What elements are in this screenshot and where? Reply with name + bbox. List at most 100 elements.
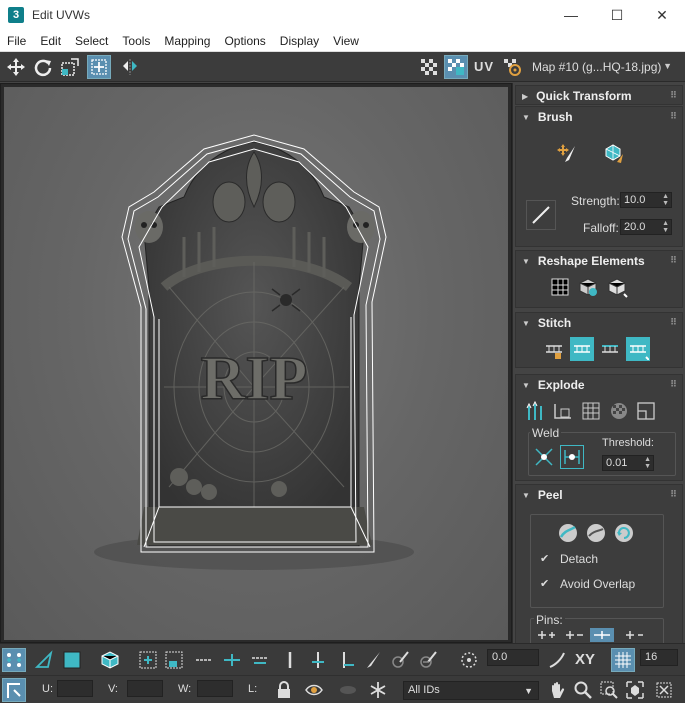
rollout-header-explode[interactable]: ▼ Explode ⠿ <box>516 375 682 395</box>
pin-add-icon[interactable] <box>534 628 558 642</box>
target-weld-icon[interactable] <box>560 445 584 469</box>
rollout-header-peel[interactable]: ▼ Peel ⠿ <box>516 485 682 505</box>
stitch-average-icon[interactable] <box>598 337 622 361</box>
ring-grow-icon[interactable] <box>306 648 330 672</box>
shrink-selection-icon[interactable] <box>162 648 186 672</box>
u-field[interactable] <box>57 680 93 697</box>
zoom-icon[interactable] <box>571 678 595 702</box>
map-select[interactable]: Map #10 (g...HQ-18.jpg) ▼ <box>527 56 678 78</box>
zoom-extents-selected-icon[interactable] <box>652 678 676 702</box>
element-mode-icon[interactable] <box>98 648 122 672</box>
paint-shrink-icon[interactable] <box>416 648 440 672</box>
relax-brush-icon[interactable] <box>602 141 626 165</box>
rollout-header-brush[interactable]: ▼ Brush ⠿ <box>516 107 682 127</box>
snap-grid-icon[interactable] <box>611 648 635 672</box>
rotation-field[interactable]: 0.0 <box>487 649 539 666</box>
straighten-selection-icon[interactable] <box>548 275 572 299</box>
quick-peel-icon[interactable] <box>556 521 580 545</box>
material-id-select[interactable]: All IDs ▼ <box>403 681 539 700</box>
zoom-region-icon[interactable] <box>597 678 621 702</box>
w-field[interactable] <box>197 680 233 697</box>
peel-mode-icon[interactable] <box>584 521 608 545</box>
edge-mode-icon[interactable] <box>32 648 56 672</box>
mirror-icon[interactable] <box>118 55 142 79</box>
grip-icon[interactable]: ⠿ <box>670 255 677 266</box>
pin-remove-icon[interactable] <box>562 628 586 642</box>
close-button[interactable]: ✕ <box>639 0 685 30</box>
uv-viewport[interactable]: RIP <box>0 83 512 643</box>
flatten-by-polygon-angle-icon[interactable] <box>579 399 603 423</box>
absolute-offset-icon[interactable] <box>2 678 26 702</box>
grid-size-field[interactable]: 16 <box>640 649 678 666</box>
spinner-arrows-icon[interactable]: ▲ ▼ <box>644 456 651 470</box>
rotation-settings-icon[interactable] <box>457 648 481 672</box>
spinner-arrows-icon[interactable]: ▲ ▼ <box>662 220 669 234</box>
menu-edit[interactable]: Edit <box>33 34 68 48</box>
grow-selection-icon[interactable] <box>136 648 160 672</box>
rollout-header-stitch[interactable]: ▼ Stitch ⠿ <box>516 313 682 333</box>
paint-grow-icon[interactable] <box>388 648 412 672</box>
grip-icon[interactable]: ⠿ <box>670 317 677 328</box>
ring-shrink-icon[interactable] <box>334 648 358 672</box>
v-field[interactable] <box>127 680 163 697</box>
strength-spinner[interactable]: 10.0 ▲ ▼ <box>620 192 672 208</box>
pan-hand-icon[interactable] <box>545 678 569 702</box>
falloff-spinner[interactable]: 20.0 ▲ ▼ <box>620 219 672 235</box>
minimize-button[interactable]: — <box>548 0 594 30</box>
loop-shrink-icon[interactable] <box>248 648 272 672</box>
rotate-icon[interactable] <box>31 55 55 79</box>
stitch-custom-icon[interactable] <box>542 337 566 361</box>
rectangular-element-icon[interactable] <box>605 275 629 299</box>
settings-grid-icon[interactable] <box>500 55 524 79</box>
grip-icon[interactable]: ⠿ <box>670 90 677 101</box>
ring-select-icon[interactable] <box>278 648 302 672</box>
zoom-extents-icon[interactable] <box>623 678 647 702</box>
freeze-icon[interactable] <box>366 678 390 702</box>
maximize-button[interactable]: ☐ <box>594 0 640 30</box>
menu-options[interactable]: Options <box>217 34 272 48</box>
flatten-by-material-id-icon[interactable] <box>634 399 658 423</box>
menu-select[interactable]: Select <box>68 34 115 48</box>
detach-checkbox[interactable]: ✔ <box>540 553 552 565</box>
detach-edge-icon[interactable] <box>551 399 575 423</box>
soft-selection-icon[interactable] <box>545 648 569 672</box>
texture-display-icon[interactable] <box>444 55 468 79</box>
break-icon[interactable] <box>524 399 548 423</box>
menu-display[interactable]: Display <box>273 34 326 48</box>
loop-grow-icon[interactable] <box>220 648 244 672</box>
brush-falloff-curve-icon[interactable] <box>526 200 556 230</box>
stitch-to-source-icon[interactable] <box>626 337 650 361</box>
hide-icon[interactable] <box>336 678 360 702</box>
threshold-spinner[interactable]: 0.01 ▲ ▼ <box>602 455 654 471</box>
avoid-overlap-checkbox[interactable]: ✔ <box>540 578 552 590</box>
stitch-to-target-icon[interactable] <box>570 337 594 361</box>
pin-auto-icon[interactable] <box>622 628 646 642</box>
scale-icon[interactable] <box>58 55 82 79</box>
viewport-canvas[interactable]: RIP <box>4 87 508 640</box>
move-icon[interactable] <box>4 55 28 79</box>
uv-axis-label[interactable]: UV <box>474 59 494 74</box>
grip-icon[interactable]: ⠿ <box>670 111 677 122</box>
weld-selected-icon[interactable] <box>532 445 556 469</box>
face-mode-icon[interactable] <box>60 648 84 672</box>
xy-axis-label[interactable]: XY <box>575 651 595 668</box>
reset-peel-icon[interactable] <box>612 521 636 545</box>
freeform-mode-icon[interactable] <box>87 55 111 79</box>
paint-move-brush-icon[interactable] <box>554 141 578 165</box>
menu-mapping[interactable]: Mapping <box>157 34 217 48</box>
lock-icon[interactable] <box>272 678 296 702</box>
grip-icon[interactable]: ⠿ <box>670 379 677 390</box>
grip-icon[interactable]: ⠿ <box>670 489 677 500</box>
show-hidden-icon[interactable] <box>302 678 326 702</box>
rollout-header-quick-transform[interactable]: ▶ Quick Transform ⠿ <box>516 86 682 106</box>
checker-pattern-icon[interactable] <box>417 55 441 79</box>
rollout-header-reshape[interactable]: ▼ Reshape Elements ⠿ <box>516 251 682 271</box>
menu-file[interactable]: File <box>0 34 33 48</box>
pin-toggle-icon[interactable] <box>590 628 614 642</box>
relax-element-icon[interactable] <box>576 275 600 299</box>
menu-tools[interactable]: Tools <box>115 34 157 48</box>
spinner-arrows-icon[interactable]: ▲ ▼ <box>662 193 669 207</box>
paint-select-icon[interactable] <box>360 648 384 672</box>
loop-select-icon[interactable] <box>192 648 216 672</box>
menu-view[interactable]: View <box>326 34 366 48</box>
